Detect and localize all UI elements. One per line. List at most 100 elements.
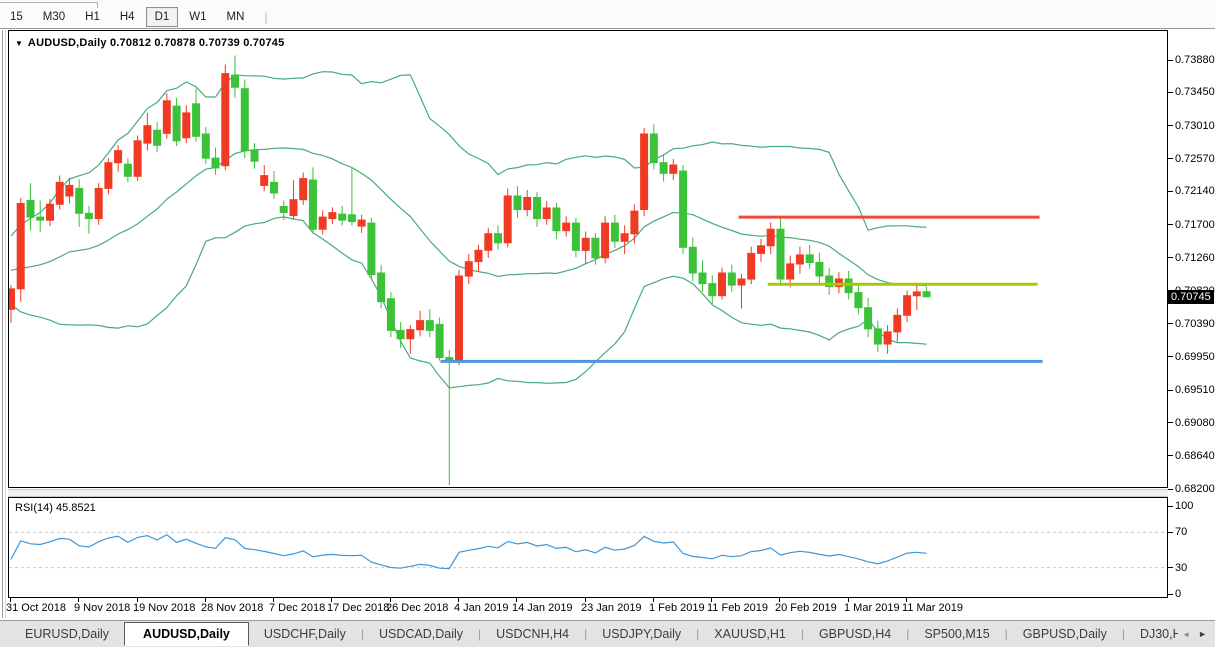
candle-body-bear	[348, 215, 355, 222]
candle-body-bear	[699, 273, 706, 284]
candle-body-bull	[222, 74, 229, 166]
timeframe-button-m30[interactable]: M30	[34, 7, 74, 27]
candle-body-bear	[611, 223, 618, 241]
price-axis-label: 0.72570	[1175, 153, 1215, 165]
candle-body-bear	[660, 163, 667, 174]
time-axis-label: 1 Feb 2019	[649, 602, 705, 614]
candle-body-bull	[602, 223, 609, 258]
tab-sp500-m15[interactable]: SP500,M15	[909, 623, 1004, 645]
timeframe-button-w1[interactable]: W1	[180, 7, 215, 27]
timeframe-button-h1[interactable]: H1	[76, 7, 109, 27]
candle-body-bull	[621, 234, 628, 242]
candle-body-bull	[144, 126, 151, 143]
candle-body-bear	[202, 134, 209, 158]
price-tick	[1168, 224, 1173, 225]
candle-body-bull	[582, 238, 589, 250]
tab-usdjpy-daily[interactable]: USDJPY,Daily	[587, 623, 696, 645]
time-axis-label: 20 Feb 2019	[775, 602, 837, 614]
candle-body-bull	[183, 113, 190, 138]
rsi-tick	[1168, 594, 1173, 595]
tab-usdchf-daily[interactable]: USDCHF,Daily	[249, 623, 361, 645]
candlestick-chart-surface[interactable]	[9, 31, 1167, 487]
candle-body-bull	[105, 163, 112, 189]
candle-body-bear	[650, 134, 657, 163]
candle-body-bull	[319, 217, 326, 229]
tab-dj30-h4[interactable]: DJ30,H4	[1125, 623, 1178, 645]
candle-body-bear	[76, 188, 83, 213]
chart-title-ohlc: AUDUSD,Daily 0.70812 0.70878 0.70739 0.7…	[28, 37, 284, 49]
price-tick	[1168, 390, 1173, 391]
timeframe-button-15[interactable]: 15	[1, 7, 32, 27]
candle-body-bear	[426, 321, 433, 331]
candle-body-bear	[251, 151, 258, 162]
price-axis-label: 0.73010	[1175, 120, 1215, 132]
rsi-axis-label: 100	[1175, 500, 1193, 512]
price-chart-panel[interactable]: ▼ AUDUSD,Daily 0.70812 0.70878 0.70739 0…	[8, 30, 1168, 488]
candle-body-bull	[417, 321, 424, 330]
time-axis-label: 23 Jan 2019	[581, 602, 642, 614]
candle-body-bull	[475, 250, 482, 261]
tab-usdcnh-h4[interactable]: USDCNH,H4	[481, 623, 584, 645]
timeframe-toolbar: 15M30H1H4D1W1MN|	[0, 0, 1215, 29]
candle-body-bear	[855, 293, 862, 308]
terminal-window: 15M30H1H4D1W1MN| ▼ AUDUSD,Daily 0.70812 …	[0, 0, 1215, 647]
timeframe-button-d1[interactable]: D1	[146, 7, 179, 27]
candle-body-bear	[514, 196, 521, 210]
candle-body-bull	[290, 200, 297, 216]
price-tick	[1168, 455, 1173, 456]
candle-body-bear	[124, 164, 131, 176]
timeframe-button-mn[interactable]: MN	[218, 7, 254, 27]
current-price-badge: 0.70745	[1168, 290, 1214, 304]
candle-body-bear	[553, 208, 560, 231]
price-tick	[1168, 125, 1173, 126]
rsi-chart-surface[interactable]	[9, 498, 1167, 597]
tab-xauusd-h1[interactable]: XAUUSD,H1	[699, 623, 801, 645]
candle-body-bull	[748, 253, 755, 279]
chart-tab-bar: EURUSD,DailyAUDUSD,DailyUSDCHF,Daily|USD…	[0, 620, 1215, 647]
price-tick	[1168, 92, 1173, 93]
time-axis[interactable]: 31 Oct 20189 Nov 201819 Nov 201828 Nov 2…	[8, 598, 1168, 619]
rsi-axis-label: 0	[1175, 588, 1181, 600]
candle-body-bull	[904, 296, 911, 316]
candle-body-bull	[485, 234, 492, 251]
candle-body-bear	[436, 324, 443, 357]
candle-body-bear	[241, 89, 248, 151]
candle-body-bear	[27, 201, 34, 218]
time-axis-label: 19 Nov 2018	[133, 602, 195, 614]
time-axis-label: 11 Mar 2019	[902, 602, 963, 614]
candle-body-bull	[358, 220, 365, 226]
price-axis-label: 0.73880	[1175, 54, 1215, 66]
candle-body-bear	[534, 198, 541, 219]
price-axis[interactable]: 0.70745 0.738800.734500.730100.725700.72…	[1168, 30, 1215, 598]
tab-gbpusd-h4[interactable]: GBPUSD,H4	[804, 623, 906, 645]
candle-body-bull	[631, 211, 638, 234]
candle-body-bear	[777, 229, 784, 279]
time-axis-label: 9 Nov 2018	[74, 602, 130, 614]
candle-body-bull	[504, 196, 511, 243]
candle-body-bull	[563, 223, 570, 231]
tab-eurusd-daily[interactable]: EURUSD,Daily	[10, 623, 124, 645]
candles-layer	[9, 56, 930, 486]
timeframe-button-h4[interactable]: H4	[111, 7, 144, 27]
candle-body-bull	[66, 185, 73, 196]
candle-body-bear	[495, 234, 502, 243]
price-axis-label: 0.69510	[1175, 384, 1215, 396]
tab-audusd-daily[interactable]: AUDUSD,Daily	[124, 622, 249, 646]
scroll-tabs-left-icon[interactable]: ◄	[1182, 630, 1190, 639]
time-axis-label: 17 Dec 2018	[327, 602, 389, 614]
rsi-indicator-panel[interactable]: RSI(14) 45.8521	[8, 497, 1168, 598]
candle-body-bear	[212, 158, 219, 168]
candle-body-bull	[407, 330, 414, 339]
candle-body-bull	[670, 165, 677, 173]
time-axis-label: 26 Dec 2018	[386, 602, 448, 614]
tab-usdcad-daily[interactable]: USDCAD,Daily	[364, 623, 478, 645]
scroll-tabs-right-icon[interactable]: ►	[1198, 629, 1207, 639]
candle-body-bull	[719, 273, 726, 296]
candle-body-bull	[47, 204, 54, 220]
candle-body-bull	[456, 276, 463, 360]
tab-gbpusd-daily[interactable]: GBPUSD,Daily	[1008, 623, 1122, 645]
rsi-tick	[1168, 506, 1173, 507]
time-axis-label: 11 Feb 2019	[707, 602, 768, 614]
panel-splitter[interactable]	[8, 489, 1168, 497]
time-axis-label: 4 Jan 2019	[454, 602, 508, 614]
